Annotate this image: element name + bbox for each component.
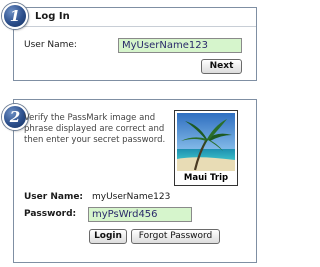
palm-tree-beach-icon (177, 113, 235, 171)
password-label: Password: (24, 209, 77, 219)
step-1-badge-icon: 1 (2, 3, 28, 29)
passmark-image: Maui Trip (174, 110, 238, 186)
username-value: myUserName123 (92, 192, 171, 202)
passmark-caption: Maui Trip (183, 173, 229, 183)
username-input[interactable]: MyUserName123 (118, 38, 242, 53)
next-button[interactable]: Next (201, 59, 242, 74)
login-button[interactable]: Login (89, 229, 127, 244)
passmark-instructions: Verify the PassMark image and phrase dis… (24, 113, 166, 145)
login-panel-header: Log In (14, 8, 256, 27)
login-panel-title: Log In (35, 11, 70, 22)
forgot-password-button[interactable]: Forgot Password (131, 229, 220, 244)
username-label: User Name: (24, 40, 77, 50)
password-input[interactable]: myPsWrd456 (88, 207, 192, 222)
username-label-2: User Name: (24, 192, 84, 202)
